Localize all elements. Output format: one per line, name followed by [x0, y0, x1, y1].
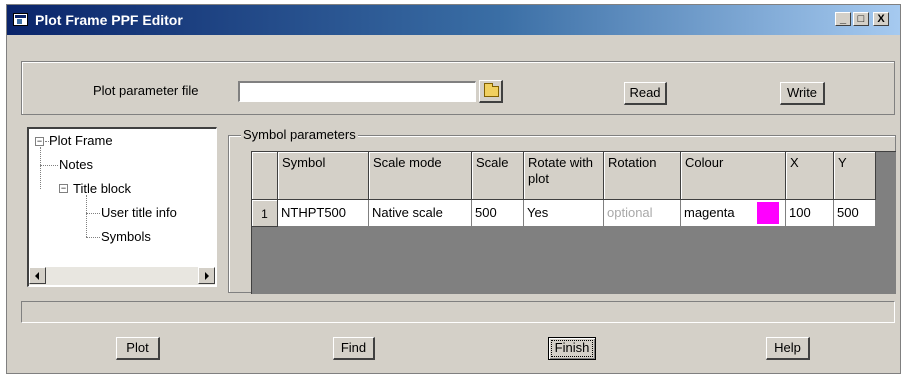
finish-button[interactable]: Finish — [548, 337, 596, 360]
row-header-corner — [252, 152, 278, 200]
cell-x[interactable]: 100 — [786, 200, 834, 227]
plot-parameter-file-input[interactable] — [238, 81, 476, 102]
maximize-button[interactable]: □ — [853, 12, 869, 26]
plot-button[interactable]: Plot — [116, 337, 160, 360]
scroll-left-button[interactable] — [29, 267, 46, 284]
column-header-rotate-with-plot[interactable]: Rotate with plot — [524, 152, 604, 200]
scroll-right-button[interactable] — [198, 267, 215, 284]
column-header-symbol[interactable]: Symbol — [278, 152, 369, 200]
minimize-button[interactable]: _ — [835, 12, 851, 26]
column-header-colour[interactable]: Colour — [681, 152, 786, 200]
title-bar: Plot Frame PPF Editor _ □ X — [7, 5, 900, 35]
column-header-scale[interactable]: Scale — [472, 152, 524, 200]
tree-item-plot-frame[interactable]: Plot Frame — [49, 133, 113, 148]
left-arrow-icon — [35, 272, 39, 280]
tree-item-symbols[interactable]: Symbols — [101, 229, 151, 244]
column-header-scale-mode[interactable]: Scale mode — [369, 152, 472, 200]
write-button[interactable]: Write — [780, 82, 825, 105]
column-header-y[interactable]: Y — [834, 152, 876, 200]
plot-frame-ppf-editor-window: Plot Frame PPF Editor _ □ X Plot paramet… — [6, 4, 901, 374]
collapse-title-block-icon[interactable]: − — [59, 184, 68, 193]
row-header-1[interactable]: 1 — [252, 200, 278, 227]
help-button[interactable]: Help — [766, 337, 810, 360]
tree-item-notes[interactable]: Notes — [59, 157, 93, 172]
column-header-rotation[interactable]: Rotation — [604, 152, 681, 200]
window-title: Plot Frame PPF Editor — [35, 12, 183, 28]
plot-frame-tree[interactable]: − Plot Frame Notes − Title block User ti… — [27, 127, 217, 287]
tree-horizontal-scrollbar[interactable] — [29, 267, 215, 285]
read-button[interactable]: Read — [624, 82, 667, 105]
status-bar — [21, 301, 895, 323]
close-button[interactable]: X — [873, 12, 889, 26]
cell-scale[interactable]: 500 — [472, 200, 524, 227]
cell-colour[interactable]: magenta — [681, 200, 786, 227]
collapse-plot-frame-icon[interactable]: − — [35, 137, 44, 146]
app-icon — [13, 13, 28, 26]
find-button[interactable]: Find — [333, 337, 375, 360]
cell-y[interactable]: 500 — [834, 200, 876, 227]
cell-rotate-with-plot[interactable]: Yes — [524, 200, 604, 227]
column-header-x[interactable]: X — [786, 152, 834, 200]
browse-file-button[interactable] — [479, 80, 503, 103]
cell-symbol[interactable]: NTHPT500 — [278, 200, 369, 227]
tree-item-title-block[interactable]: Title block — [73, 181, 131, 196]
right-arrow-icon — [205, 272, 209, 280]
tree-item-user-title-info[interactable]: User title info — [101, 205, 177, 220]
plot-parameter-file-label: Plot parameter file — [93, 83, 199, 98]
folder-open-icon — [484, 83, 499, 97]
cell-scale-mode[interactable]: Native scale — [369, 200, 472, 227]
colour-swatch[interactable] — [757, 202, 779, 224]
cell-colour-text: magenta — [684, 205, 735, 220]
cell-rotation[interactable]: optional — [604, 200, 681, 227]
symbol-parameters-label: Symbol parameters — [241, 127, 358, 142]
symbol-parameters-table[interactable]: Symbol Scale mode Scale Rotate with plot… — [251, 151, 896, 294]
